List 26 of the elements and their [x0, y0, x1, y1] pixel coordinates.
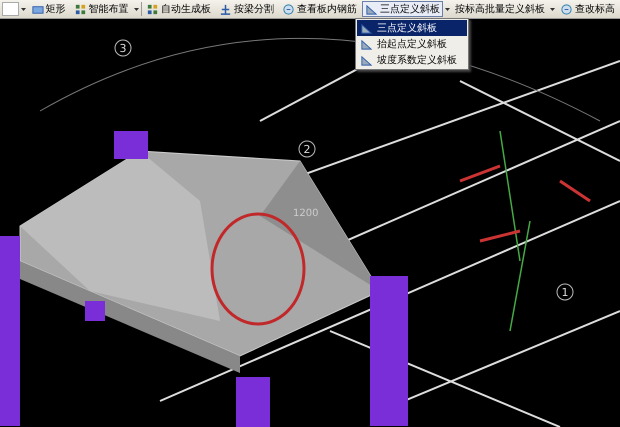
axis-bubble: 3 [114, 40, 132, 56]
toolbar-button[interactable]: 查看板内钢筋 [279, 1, 360, 17]
dimension-text: 1200 [293, 208, 318, 219]
toolbar-button[interactable]: 查改标高 [557, 1, 618, 17]
caret-icon [134, 8, 139, 10]
toolbar-button[interactable]: 按梁分割 [216, 1, 277, 17]
axis-bubble: 2 [298, 140, 316, 158]
triangle-icon [360, 38, 373, 50]
toolbar-button[interactable]: 矩形 [28, 1, 69, 17]
menu-item[interactable]: 坡度系数定义斜板 [357, 52, 467, 68]
menu-item[interactable]: 抬起点定义斜板 [357, 36, 467, 52]
axis-bubble: 1 [556, 284, 574, 300]
caret-icon [445, 8, 450, 10]
grid-icon [74, 2, 87, 16]
triangle-icon [360, 54, 373, 66]
grid-icon [146, 2, 159, 16]
toolbar-button[interactable]: 自动生成板 [143, 1, 214, 17]
dropdown-button[interactable]: 智能布置 [70, 1, 132, 17]
triangle-icon [365, 2, 378, 16]
caret-icon [20, 8, 26, 10]
combo-field[interactable] [2, 2, 19, 16]
dropdown-button[interactable]: 按标高批量定义斜板 [452, 1, 548, 17]
menu-item[interactable]: 三点定义斜板 [357, 20, 467, 36]
caret-icon [550, 8, 555, 10]
triangle-icon [360, 22, 373, 34]
dropdown-button[interactable]: 三点定义斜板 [362, 1, 443, 17]
